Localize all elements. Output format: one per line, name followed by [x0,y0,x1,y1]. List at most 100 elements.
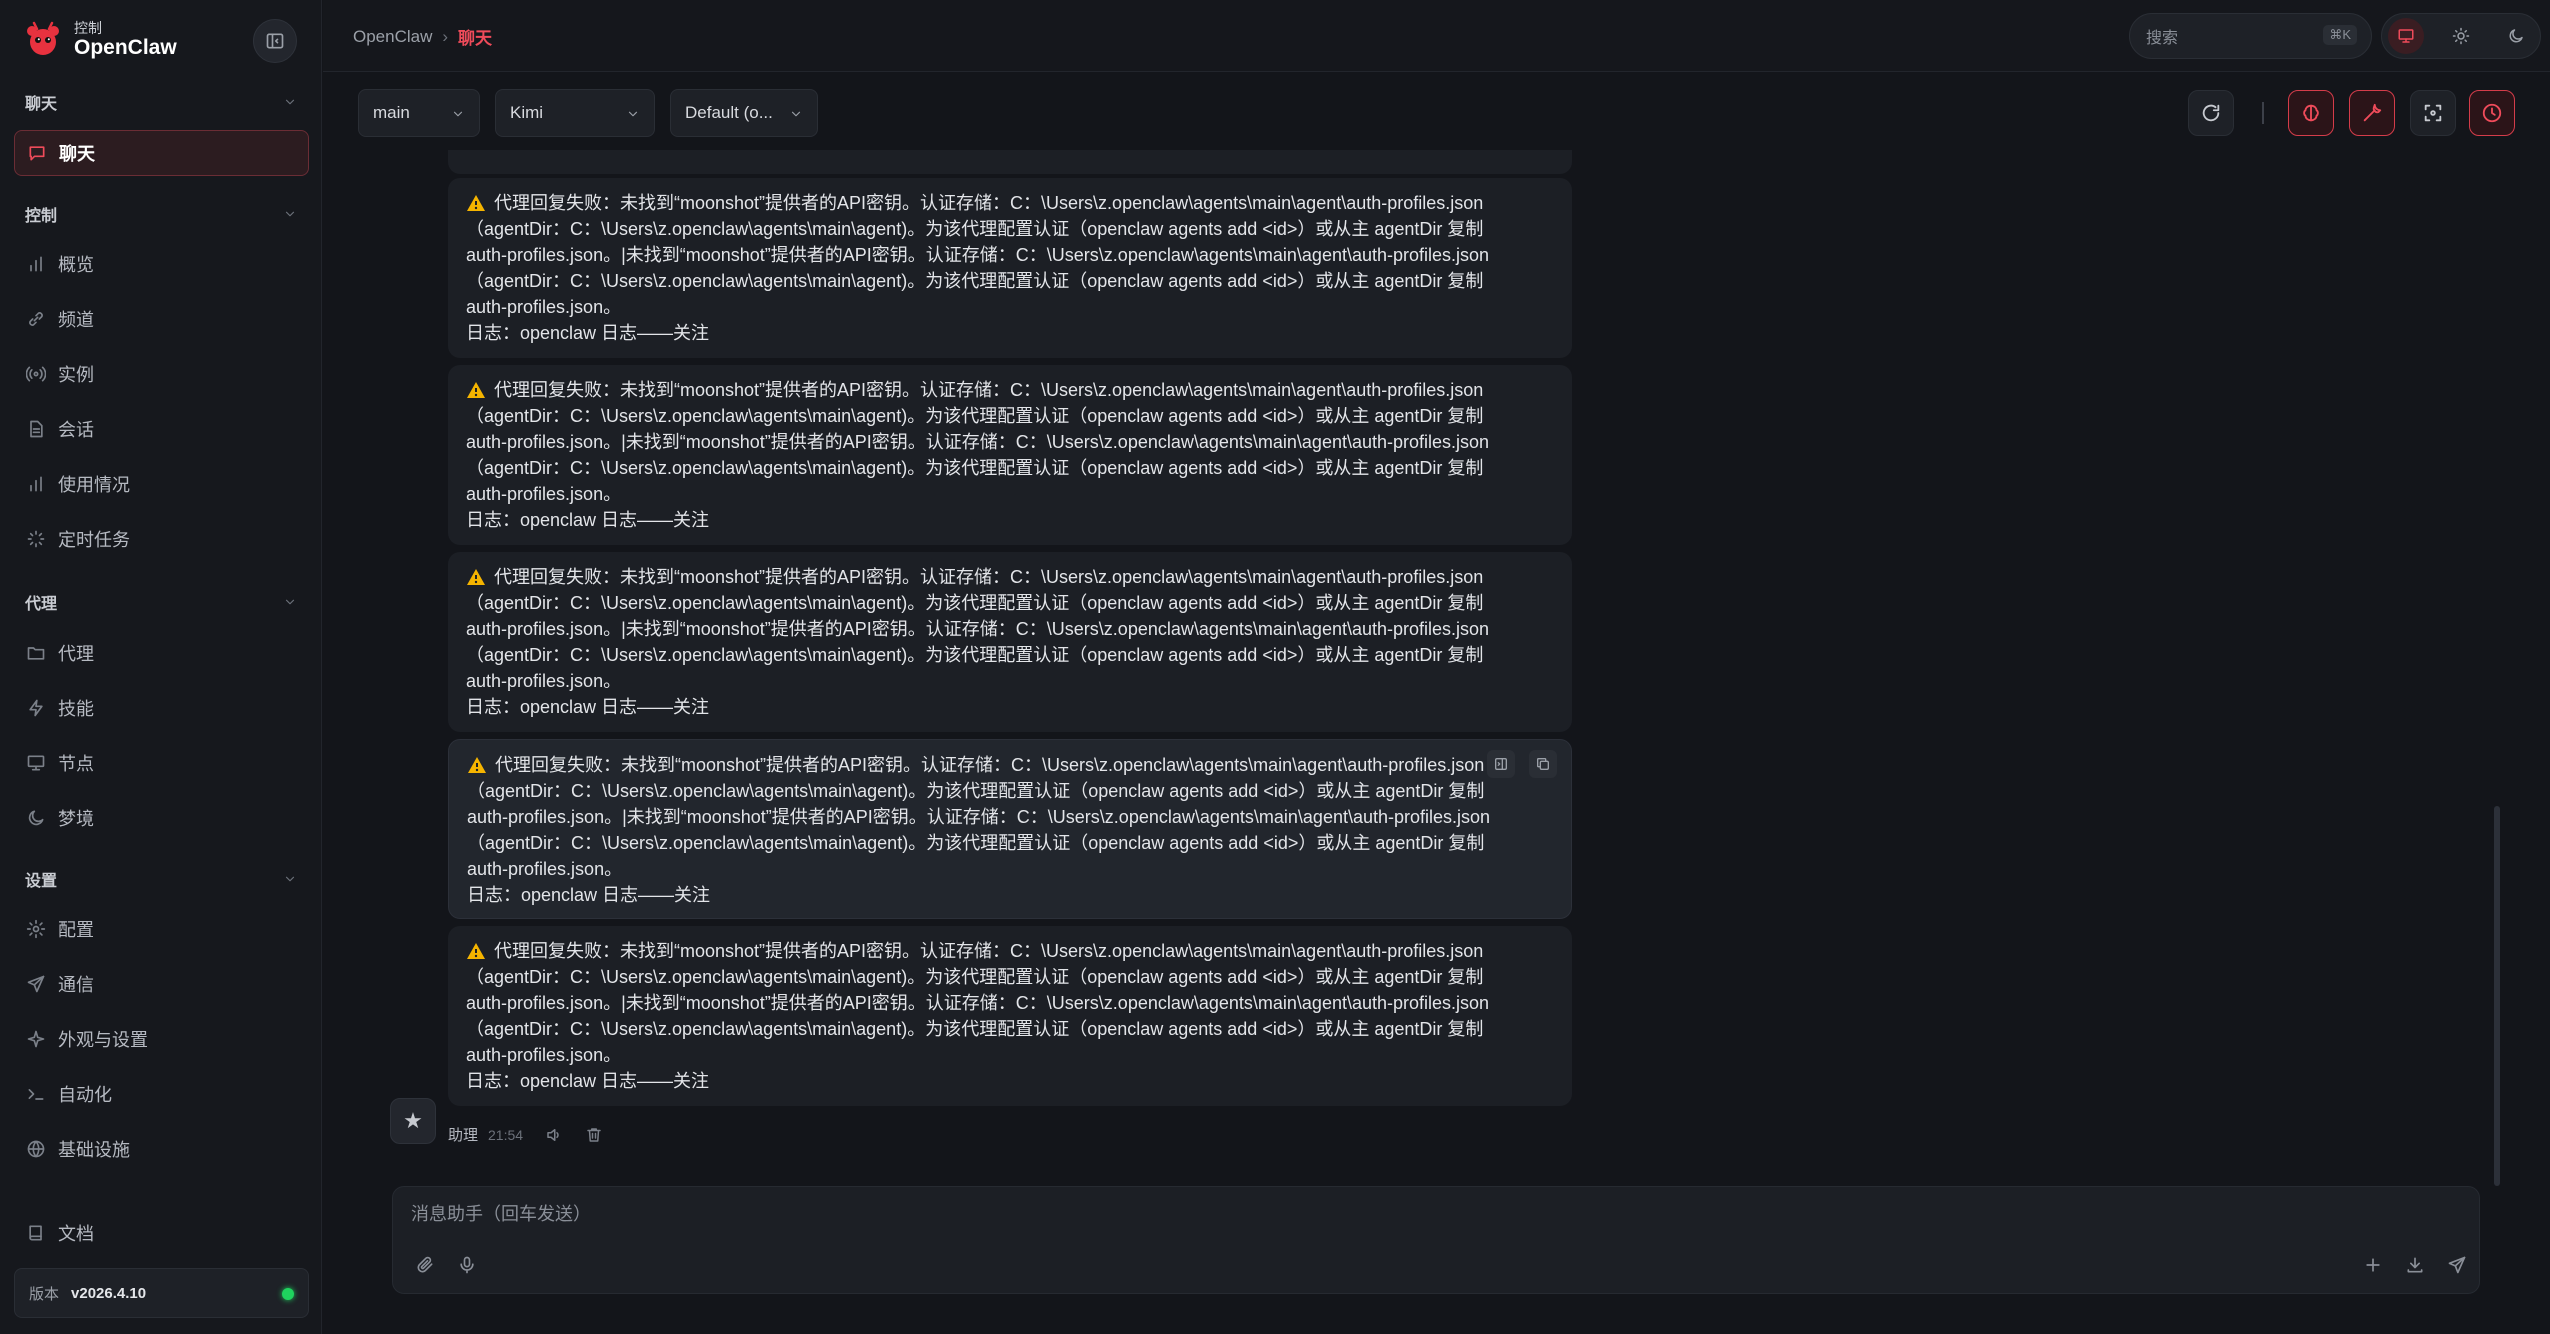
sidebar-item-sessions[interactable]: 会话 [14,406,309,452]
link-icon [26,309,46,329]
assistant-name: 助理 [448,1127,479,1144]
message-text: 代理回复失败：未找到“moonshot”提供者的API密钥。认证存储：C：\Us… [494,193,1484,213]
sidebar-item-usage[interactable]: 使用情况 [14,461,309,507]
version-label: 版本 [29,1285,60,1303]
sidebar-item-chat[interactable]: 聊天 [14,130,309,176]
section-settings[interactable]: 设置 [25,867,297,891]
history-button[interactable] [2469,90,2515,136]
message-text: 代理回复失败：未找到“moonshot”提供者的API密钥。认证存储：C：\Us… [494,380,1484,400]
sidebar-item-skills[interactable]: 技能 [14,685,309,731]
sidebar-item-label: 外观与设置 [58,1030,148,1050]
refresh-button[interactable] [2188,90,2234,136]
message-bubble-partial [448,150,1572,174]
message-text: （agentDir：C：\Users\z.openclaw\agents\mai… [466,967,1484,987]
brand-name: OpenClaw [74,36,177,59]
speaker-icon[interactable] [545,1126,563,1144]
clock-icon [2482,103,2502,123]
open-sidebar-button[interactable] [1487,750,1515,778]
warning-icon [466,568,486,586]
sidebar-item-label: 梦境 [58,809,94,829]
loader-icon [26,529,46,549]
sidebar-item-docs[interactable]: 文档 [14,1210,309,1256]
profile-select[interactable]: Default (o... [670,89,818,137]
send-icon [26,974,46,994]
copy-icon [1537,758,1549,770]
brand[interactable]: 控制 OpenClaw [24,20,177,60]
model-select[interactable]: Kimi [495,89,655,137]
theme-dark-button[interactable] [2498,18,2534,54]
sidebar-item-automation[interactable]: 自动化 [14,1071,309,1117]
sidebar-item-cron[interactable]: 定时任务 [14,516,309,562]
search-label: 搜索 [2146,30,2179,47]
sidebar-item-label: 实例 [58,365,94,385]
warning-icon [466,194,486,212]
focus-button[interactable] [2410,90,2456,136]
sidebar-item-infrastructure[interactable]: 基础设施 [14,1126,309,1172]
section-control[interactable]: 控制 [25,202,297,226]
message-text: 代理回复失败：未找到“moonshot”提供者的API密钥。认证存储：C：\Us… [494,941,1484,961]
message-text: （agentDir：C：\Users\z.openclaw\agents\mai… [466,458,1484,478]
theme-system-button[interactable] [2388,18,2424,54]
collapse-sidebar-button[interactable] [253,19,297,63]
breadcrumb-separator: › [442,26,449,46]
theme-light-button[interactable] [2443,18,2479,54]
tools-toggle-button[interactable] [2349,90,2395,136]
error-message: 代理回复失败：未找到“moonshot”提供者的API密钥。认证存储：C：\Us… [448,178,1572,358]
message-text: 日志：openclaw 日志——关注 [466,1071,710,1091]
warning-icon [467,756,487,774]
sidebar-item-channels[interactable]: 频道 [14,296,309,342]
breadcrumb: OpenClaw › 聊天 [353,24,492,49]
message-text: auth-profiles.json。|未找到“moonshot”提供者的API… [467,807,1491,827]
sidebar-item-label: 节点 [58,754,94,774]
export-button[interactable] [2403,1253,2427,1277]
sidebar-item-label: 会话 [58,420,94,440]
sidebar-item-nodes[interactable]: 节点 [14,740,309,786]
section-chat[interactable]: 聊天 [25,90,297,114]
thinking-toggle-button[interactable] [2288,90,2334,136]
sidebar: 控制 OpenClaw 聊天 聊天 控制 概览 频道 实例 会话 使用情况 定时… [0,0,322,1334]
copy-button[interactable] [1529,750,1557,778]
message-meta: 助理 21:54 [448,1124,603,1145]
sidebar-item-label: 文档 [58,1224,94,1244]
model-select-value: Kimi [510,103,544,122]
message-text: （agentDir：C：\Users\z.openclaw\agents\mai… [466,406,1484,426]
sidebar-item-agents[interactable]: 代理 [14,630,309,676]
brain-icon [2303,104,2319,122]
send-button[interactable] [2445,1253,2469,1277]
message-text: 日志：openclaw 日志——关注 [466,510,710,530]
sidebar-item-label: 基础设施 [58,1140,130,1160]
lightning-icon [26,698,46,718]
scan-icon [2424,104,2442,122]
message-text: auth-profiles.json。 [466,1045,622,1065]
error-message: 代理回复失败：未找到“moonshot”提供者的API密钥。认证存储：C：\Us… [448,926,1572,1106]
moon-icon [2509,29,2523,43]
chat-scrollbar[interactable] [2494,806,2500,1186]
message-composer [392,1186,2480,1294]
message-text: auth-profiles.json。|未找到“moonshot”提供者的API… [466,245,1490,265]
new-chat-button[interactable] [2361,1253,2385,1277]
sidebar-item-communication[interactable]: 通信 [14,961,309,1007]
sidebar-item-config[interactable]: 配置 [14,906,309,952]
search-box[interactable]: 搜索 ⌘K [2129,13,2372,59]
message-input[interactable] [411,1197,2311,1231]
chevron-down-icon [283,595,297,609]
sidebar-item-dreams[interactable]: 梦境 [14,795,309,841]
message-text: （agentDir：C：\Users\z.openclaw\agents\mai… [467,781,1485,801]
sidebar-item-label: 配置 [58,920,94,940]
trash-icon[interactable] [585,1126,603,1144]
breadcrumb-root[interactable]: OpenClaw [353,27,432,47]
sidebar-item-overview[interactable]: 概览 [14,241,309,287]
sidebar-item-instances[interactable]: 实例 [14,351,309,397]
section-agents[interactable]: 代理 [25,590,297,614]
attach-button[interactable] [413,1253,437,1277]
microphone-button[interactable] [455,1253,479,1277]
version-value: v2026.4.10 [71,1284,147,1302]
agent-select[interactable]: main [358,89,480,137]
chevron-down-icon [283,95,297,109]
assistant-avatar: ★ [390,1098,436,1144]
chevron-down-icon [283,872,297,886]
chat-icon [27,143,47,163]
sidebar-item-appearance[interactable]: 外观与设置 [14,1016,309,1062]
message-text: 日志：openclaw 日志——关注 [466,323,710,343]
monitor-icon [26,753,46,773]
